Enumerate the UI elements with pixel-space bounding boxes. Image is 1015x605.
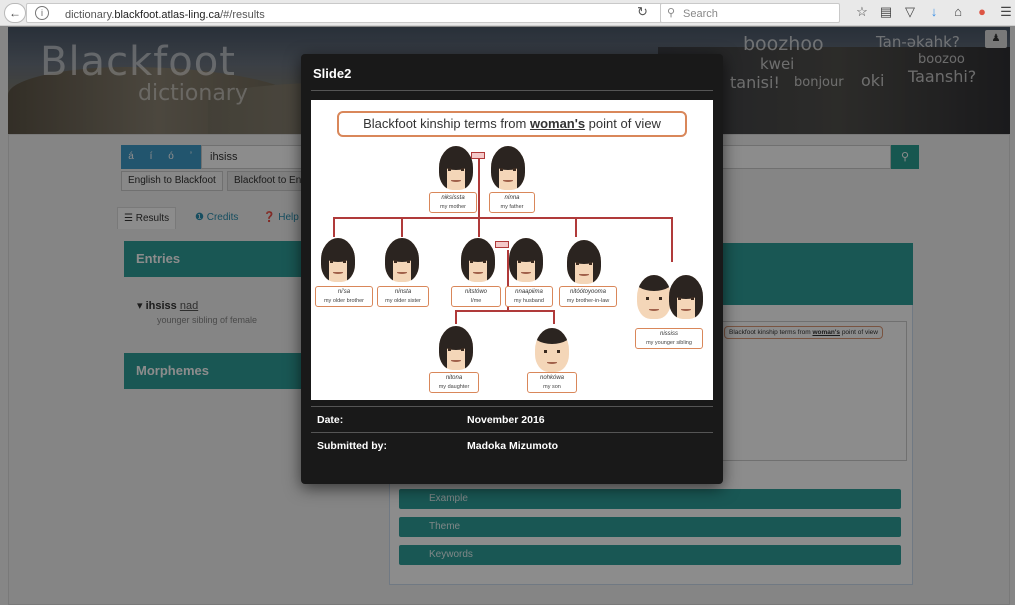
slide-metadata: Date: November 2016 Submitted by: Madoka…	[311, 406, 713, 458]
kin-label: nississ my younger sibling	[635, 328, 703, 349]
person-portrait	[385, 238, 419, 282]
person-portrait	[669, 275, 703, 319]
person-portrait	[509, 238, 543, 282]
slide-title: Blackfoot kinship terms from woman's poi…	[337, 111, 687, 137]
kin-label: nitona my daughter	[429, 372, 479, 393]
person-portrait	[535, 328, 569, 372]
kin-label: nínsta my older sister	[377, 286, 429, 307]
person-portrait	[637, 275, 671, 319]
kin-label: nitóótoyooma my brother-in-law	[559, 286, 617, 307]
person-portrait	[321, 238, 355, 282]
download-icon[interactable]: ↓	[927, 4, 941, 20]
adblock-icon[interactable]: ●	[975, 4, 989, 20]
bookmark-star-icon[interactable]: ☆	[855, 4, 869, 20]
back-button[interactable]: ←	[4, 2, 26, 23]
kin-label: nitstówo I/me	[451, 286, 501, 307]
reload-icon[interactable]: ↻	[637, 4, 648, 20]
person-portrait	[439, 326, 473, 370]
slide-modal: Slide2 Blackfoot kinship terms from woma…	[301, 54, 723, 484]
modal-title: Slide2	[313, 66, 352, 81]
person-portrait	[567, 240, 601, 284]
info-icon[interactable]: i	[35, 6, 49, 20]
kin-label: niksíssta my mother	[429, 192, 477, 213]
person-portrait	[439, 146, 473, 190]
kin-label: ni'sa my older brother	[315, 286, 373, 307]
home-icon[interactable]: ⌂	[951, 4, 965, 20]
kin-label: nohkówa my son	[527, 372, 577, 393]
meta-row: Submitted by: Madoka Mizumoto	[311, 432, 713, 458]
kin-label: nnaapiima my husband	[505, 286, 553, 307]
url-text: dictionary.blackfoot.atlas-ling.ca/#/res…	[65, 9, 265, 21]
search-icon: ⚲	[667, 7, 676, 19]
person-portrait	[461, 238, 495, 282]
slide-image: Blackfoot kinship terms from woman's poi…	[311, 100, 713, 400]
menu-icon[interactable]: ☰	[999, 4, 1013, 20]
reading-list-icon[interactable]: ▤	[879, 4, 893, 20]
meta-row: Date: November 2016	[311, 406, 713, 432]
kin-label: nínna my father	[489, 192, 535, 213]
pocket-icon[interactable]: ▽	[903, 4, 917, 20]
browser-search-input[interactable]: ⚲ Search	[660, 3, 840, 23]
url-bar[interactable]: i dictionary.blackfoot.atlas-ling.ca/#/r…	[26, 3, 666, 23]
person-portrait	[491, 146, 525, 190]
